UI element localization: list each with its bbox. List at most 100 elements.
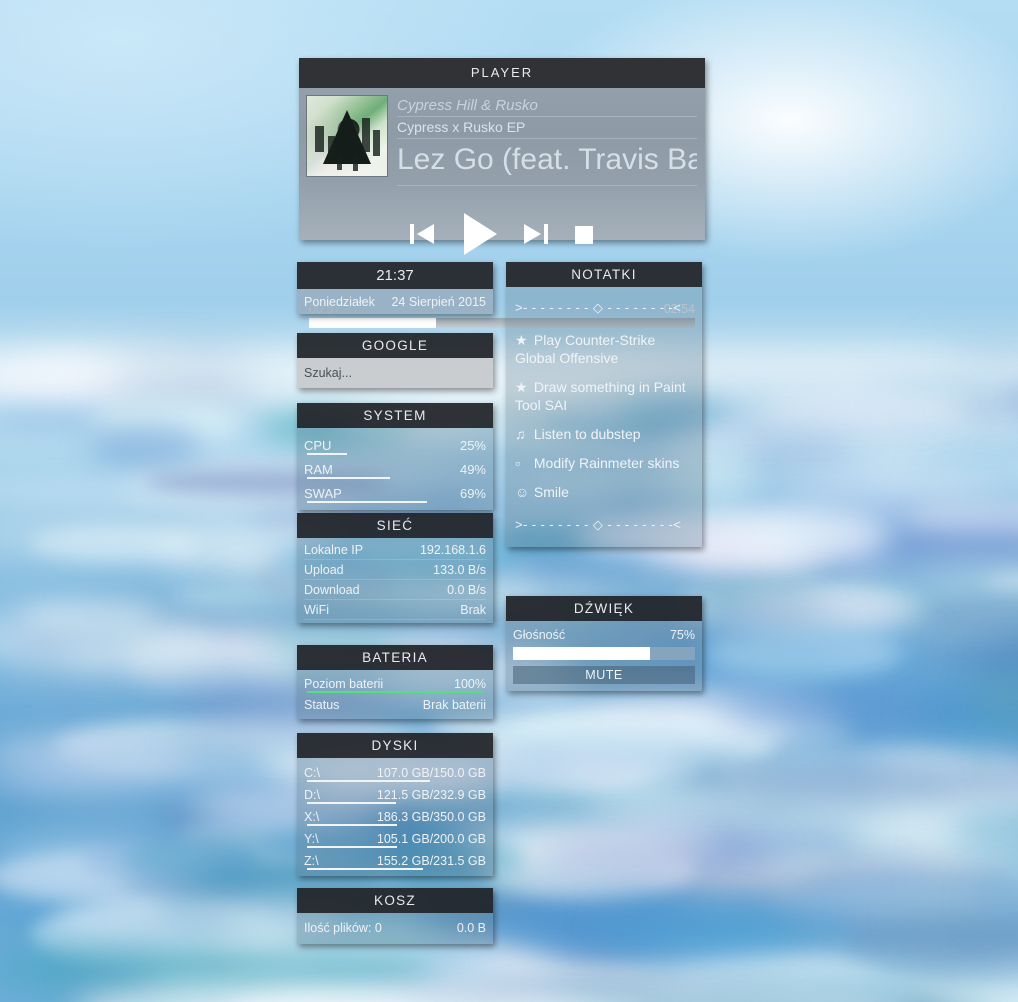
note-text: Modify Rainmeter skins [530,455,680,471]
disks-widget[interactable]: DYSKI C:\ 107.0 GB/150.0 GB D:\ 121.5 GB/23… [297,733,493,876]
recycle-bin-widget[interactable]: KOSZ Ilość plików: 0 0.0 B [297,888,493,944]
network-title: SIEĆ [297,513,493,538]
note-item[interactable]: ★ Draw something in Paint Tool SAI [515,367,693,414]
clock-time: 21:37 [297,262,493,289]
note-text: Smile [530,484,569,500]
network-row: Lokalne IP 192.168.1.6 [304,540,486,560]
meter-label: X:\ [304,809,320,824]
meter-value: 121.5 GB/232.9 GB [376,787,486,802]
battery-status-value: Brak baterii [422,697,486,712]
meter-row: SWAP 69% [304,483,486,504]
meter-row: D:\ 121.5 GB/232.9 GB [304,784,486,805]
notes-widget[interactable]: NOTATKI >- - - - - - - - ◇ - - - - - - -… [506,262,702,547]
search-input[interactable] [297,358,493,388]
battery-widget[interactable]: BATERIA Poziom baterii 100% Status Brak … [297,645,493,719]
meter-value: 155.2 GB/231.5 GB [376,853,486,868]
note-text: Play Counter-Strike Global Offensive [515,332,656,366]
meter-value: 186.3 GB/350.0 GB [376,809,486,824]
volume-slider-fill [513,647,650,660]
previous-track-icon[interactable] [408,219,436,249]
battery-level-bar [307,691,483,693]
recycle-bin-size: 0.0 B [456,921,486,935]
disks-title: DYSKI [297,733,493,758]
network-rows: Lokalne IP 192.168.1.6 Upload 133.0 B/s Down… [297,538,493,623]
network-row: Download 0.0 B/s [304,580,486,600]
meter-bar [307,824,398,826]
meter-value: 69% [459,486,486,501]
player-title: PLAYER [299,58,705,88]
note-item[interactable]: ♫ Listen to dubstep [515,414,693,443]
meter-label: D:\ [304,787,320,802]
network-label: Download [304,583,360,597]
volume-label: Głośność [513,628,566,642]
track-metadata: Cypress Hill & Rusko Cypress x Rusko EP … [397,96,697,186]
star-icon: ★ [515,379,528,395]
meter-bar [307,802,396,804]
battery-level-value: 100% [454,676,486,691]
star-icon: ★ [515,332,528,348]
mute-button[interactable]: MUTE [513,666,695,684]
player-body: Cypress Hill & Rusko Cypress x Rusko EP … [299,88,705,328]
stop-icon[interactable] [572,221,596,247]
battery-status-row: Status Brak baterii [304,694,486,715]
player-progress-fill [309,318,437,328]
meter-bar [307,453,347,455]
system-widget[interactable]: SYSTEM CPU 25% RAM 49% SWAP 69% [297,403,493,510]
meter-label: RAM [304,462,333,477]
battery-title: BATERIA [297,645,493,670]
note-text: Listen to dubstep [530,426,641,442]
recycle-bin-body: Ilość plików: 0 0.0 B [297,913,493,944]
volume-row: Głośność 75% [513,625,695,645]
meter-row: X:\ 186.3 GB/350.0 GB [304,806,486,827]
meter-row: Y:\ 105.1 GB/200.0 GB [304,828,486,849]
sound-widget[interactable]: DŹWIĘK Głośność 75% MUTE [506,596,702,691]
network-row: WiFi Brak [304,600,486,620]
meter-row: CPU 25% [304,435,486,456]
player-widget[interactable]: PLAYER Cypress Hill & Rusko Cypress x Ru… [299,58,705,328]
notes-separator: >- - - - - - - - ◇ - - - - - - - -< [515,300,682,315]
network-widget[interactable]: SIEĆ Lokalne IP 192.168.1.6 Upload 133.0 B/… [297,513,493,623]
note-text: Draw something in Paint Tool SAI [515,379,686,413]
next-track-icon[interactable] [522,219,550,249]
meter-row: Z:\ 155.2 GB/231.5 GB [304,850,486,871]
meter-value: 25% [459,438,486,453]
battery-level-label: Poziom baterii [304,676,384,691]
album-art [307,96,387,176]
volume-slider[interactable] [513,647,695,660]
network-label: WiFi [304,603,329,617]
meter-row: RAM 49% [304,459,486,480]
meter-bar [307,868,423,870]
recycle-bin-row: Ilość plików: 0 0.0 B [304,915,486,941]
notes-title: NOTATKI [506,262,702,287]
meter-label: SWAP [304,486,342,501]
meter-label: C:\ [304,765,320,780]
network-label: Upload [304,563,344,577]
clock-date-row: Poniedziałek 24 Sierpień 2015 [304,289,486,314]
battery-body: Poziom baterii 100% Status Brak baterii [297,670,493,719]
track-title: Lez Go (feat. Travis Barker) [397,139,697,186]
clock-body: Poniedziałek 24 Sierpień 2015 [297,289,493,314]
volume-value: 75% [669,628,695,642]
sound-title: DŹWIĘK [506,596,702,621]
system-title: SYSTEM [297,403,493,428]
network-label: Lokalne IP [304,543,364,557]
recycle-bin-title: KOSZ [297,888,493,913]
play-icon[interactable] [458,210,500,258]
meter-label: Y:\ [304,831,319,846]
network-value: 0.0 B/s [447,583,486,597]
meter-label: CPU [304,438,332,453]
note-item[interactable]: ☺ Smile [515,472,693,501]
music-note-icon: ♫ [515,426,526,442]
network-value: 133.0 B/s [433,563,486,577]
meter-value: 107.0 GB/150.0 GB [376,765,486,780]
meter-bar [307,846,398,848]
note-item[interactable]: ★ Play Counter-Strike Global Offensive [515,320,693,367]
google-title: GOOGLE [297,333,493,358]
square-icon: ▫ [515,455,520,471]
notes-separator: >- - - - - - - - ◇ - - - - - - - -< [515,517,682,532]
note-item[interactable]: ▫ Modify Rainmeter skins [515,443,693,472]
network-value: Brak [460,603,486,617]
artist-name: Cypress Hill & Rusko [397,96,697,117]
clock-widget[interactable]: 21:37 Poniedziałek 24 Sierpień 2015 [297,262,493,314]
google-widget[interactable]: GOOGLE [297,333,493,388]
